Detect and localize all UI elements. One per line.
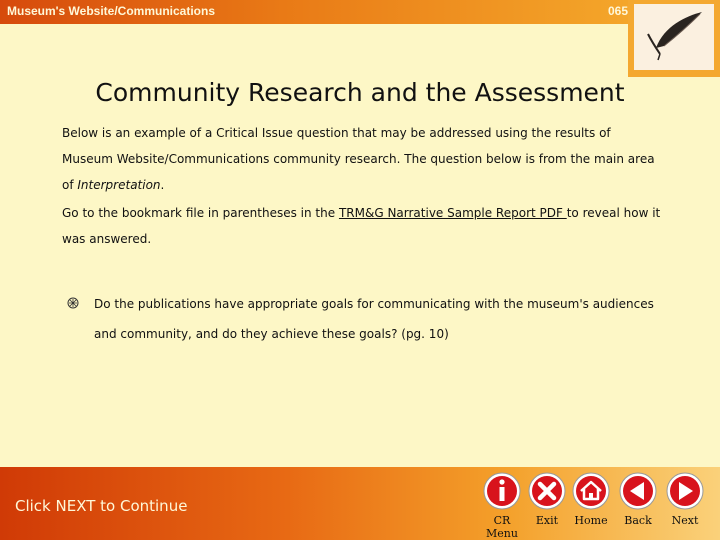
bullet-star-icon — [67, 297, 79, 309]
corner-logo-box — [628, 0, 720, 77]
critical-issue-question: Do the publications have appropriate goa… — [94, 297, 654, 341]
page-title: Community Research and the Assessment — [95, 78, 625, 107]
cr-label: CR — [493, 514, 511, 527]
footer-prompt: Click NEXT to Continue — [15, 497, 188, 515]
header-bar: Museum's Website/Communications 065 — [0, 0, 628, 24]
slide-number: 065 — [608, 4, 629, 18]
next-arrow-icon — [666, 472, 704, 510]
close-icon — [528, 472, 566, 510]
info-icon — [483, 472, 521, 510]
menu-label: Menu — [486, 527, 518, 540]
back-arrow-icon — [619, 472, 657, 510]
quill-pen-icon — [647, 12, 702, 61]
home-button[interactable]: Home — [569, 471, 613, 537]
home-label: Home — [574, 514, 608, 527]
back-label: Back — [624, 514, 652, 527]
next-button[interactable]: Next — [663, 471, 707, 537]
quill-logo — [634, 4, 714, 70]
back-button[interactable]: Back — [616, 471, 660, 537]
header-title: Museum's Website/Communications — [7, 4, 216, 18]
home-icon — [572, 472, 610, 510]
report-pdf-link[interactable]: TRM&G Narrative Sample Report PDF — [339, 206, 567, 220]
intro-paragraph: Below is an example of a Critical Issue … — [62, 120, 662, 198]
next-label: Next — [671, 514, 699, 527]
intro-end: . — [160, 178, 165, 192]
instruction-before: Go to the bookmark file in parentheses i… — [62, 206, 339, 220]
exit-label: Exit — [535, 514, 559, 527]
exit-button[interactable]: Exit — [525, 471, 569, 537]
instruction-paragraph: Go to the bookmark file in parentheses i… — [62, 200, 662, 252]
cr-menu-button[interactable]: CR Menu — [480, 471, 524, 540]
intro-emphasis: Interpretation — [77, 178, 161, 192]
